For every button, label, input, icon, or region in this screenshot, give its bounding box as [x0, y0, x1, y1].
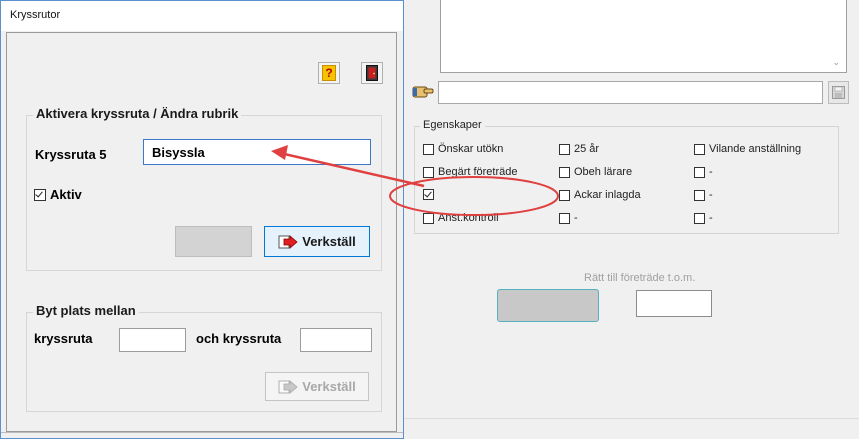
checkbox-label: Anst.kontroll [438, 212, 499, 224]
checkbox-box[interactable] [694, 212, 705, 224]
checkbox-label: Vilande anställning [709, 143, 802, 155]
swap-apply-button[interactable]: Verkställ [265, 372, 369, 401]
dialog-title: Kryssrutor [10, 9, 61, 21]
property-checkbox[interactable]: Obeh lärare [559, 166, 632, 178]
checkbox-label: - [574, 212, 578, 224]
aktiv-checkbox-box[interactable] [34, 188, 46, 201]
checkbox-caption-input[interactable] [143, 139, 371, 165]
checkbox-label: Ackar inlagda [574, 189, 641, 201]
checkbox-box[interactable] [423, 143, 434, 155]
preference-date-label: Rätt till företräde t.o.m. [584, 272, 696, 284]
property-checkbox[interactable]: - [694, 189, 713, 201]
swap-second-label: och kryssruta [196, 331, 282, 346]
checkbox-box[interactable] [559, 166, 570, 178]
disabled-action-button[interactable] [497, 289, 599, 322]
divider [404, 418, 859, 419]
apply-button-label: Verkställ [302, 234, 356, 249]
activate-rename-group-title: Aktivera kryssruta / Ändra rubrik [33, 106, 242, 121]
swap-apply-button-label: Verkställ [302, 379, 356, 394]
checkbox-label: - [709, 189, 713, 201]
divider [1, 432, 403, 433]
exit-button[interactable] [361, 62, 383, 84]
property-checkbox[interactable]: Önskar utökn [423, 143, 503, 155]
notes-textarea[interactable]: ⌄ [440, 0, 847, 73]
checkbox-box[interactable] [694, 143, 705, 155]
checkbox-label: Obeh lärare [574, 166, 633, 178]
exit-door-icon [366, 65, 378, 81]
checkbox-box[interactable] [423, 166, 434, 178]
apply-arrow-icon-disabled [278, 379, 298, 394]
property-checkbox[interactable]: Begärt företräde [423, 166, 518, 178]
search-input[interactable] [438, 81, 823, 104]
swap-second-input[interactable] [300, 328, 372, 352]
aktiv-checkbox[interactable]: Aktiv [34, 187, 82, 202]
checkbox-label: 25 år [574, 143, 600, 155]
dialog-titlebar[interactable]: Kryssrutor [1, 1, 403, 31]
disabled-blank-button[interactable] [175, 226, 252, 257]
property-checkbox[interactable]: - [559, 212, 578, 224]
apply-arrow-icon [278, 234, 298, 249]
checkbox-box[interactable] [694, 189, 705, 201]
property-checkbox[interactable]: Anst.kontroll [423, 212, 499, 224]
checkbox-label: - [709, 166, 713, 178]
swap-first-label: kryssruta [34, 331, 93, 346]
question-mark-icon: ? [322, 65, 336, 81]
checkbox-box[interactable] [694, 166, 705, 178]
property-checkbox[interactable]: Ackar inlagda [559, 189, 641, 201]
checkbox-box[interactable] [559, 212, 570, 224]
pointing-hand-icon [412, 86, 434, 98]
checkbox-label: - [709, 212, 713, 224]
swap-first-input[interactable] [119, 328, 186, 352]
aktiv-checkbox-label: Aktiv [50, 187, 82, 202]
checkbox-label: Önskar utökn [438, 143, 504, 155]
help-button[interactable]: ? [318, 62, 340, 84]
property-checkbox[interactable]: - [694, 212, 713, 224]
checkbox-box[interactable] [559, 143, 570, 155]
checkbox-box[interactable] [559, 189, 570, 201]
preference-date-input[interactable] [636, 290, 712, 317]
property-checkbox[interactable]: 25 år [559, 143, 599, 155]
save-button[interactable] [828, 81, 849, 104]
checkbox-box[interactable] [423, 212, 434, 224]
property-checkbox[interactable]: - [694, 166, 713, 178]
property-checkbox[interactable]: Vilande anställning [694, 143, 801, 155]
checkbox-number-label: Kryssruta 5 [35, 147, 107, 162]
property-checkbox-new[interactable] [423, 189, 438, 200]
disk-icon [832, 86, 845, 99]
scroll-down-arrow-icon[interactable]: ⌄ [832, 57, 840, 68]
swap-position-group-title: Byt plats mellan [33, 303, 139, 318]
checkbox-label: Begärt företräde [438, 166, 518, 178]
properties-legend: Egenskaper [420, 119, 485, 131]
checkbox-box-checked[interactable] [423, 189, 434, 200]
apply-button[interactable]: Verkställ [264, 226, 370, 257]
